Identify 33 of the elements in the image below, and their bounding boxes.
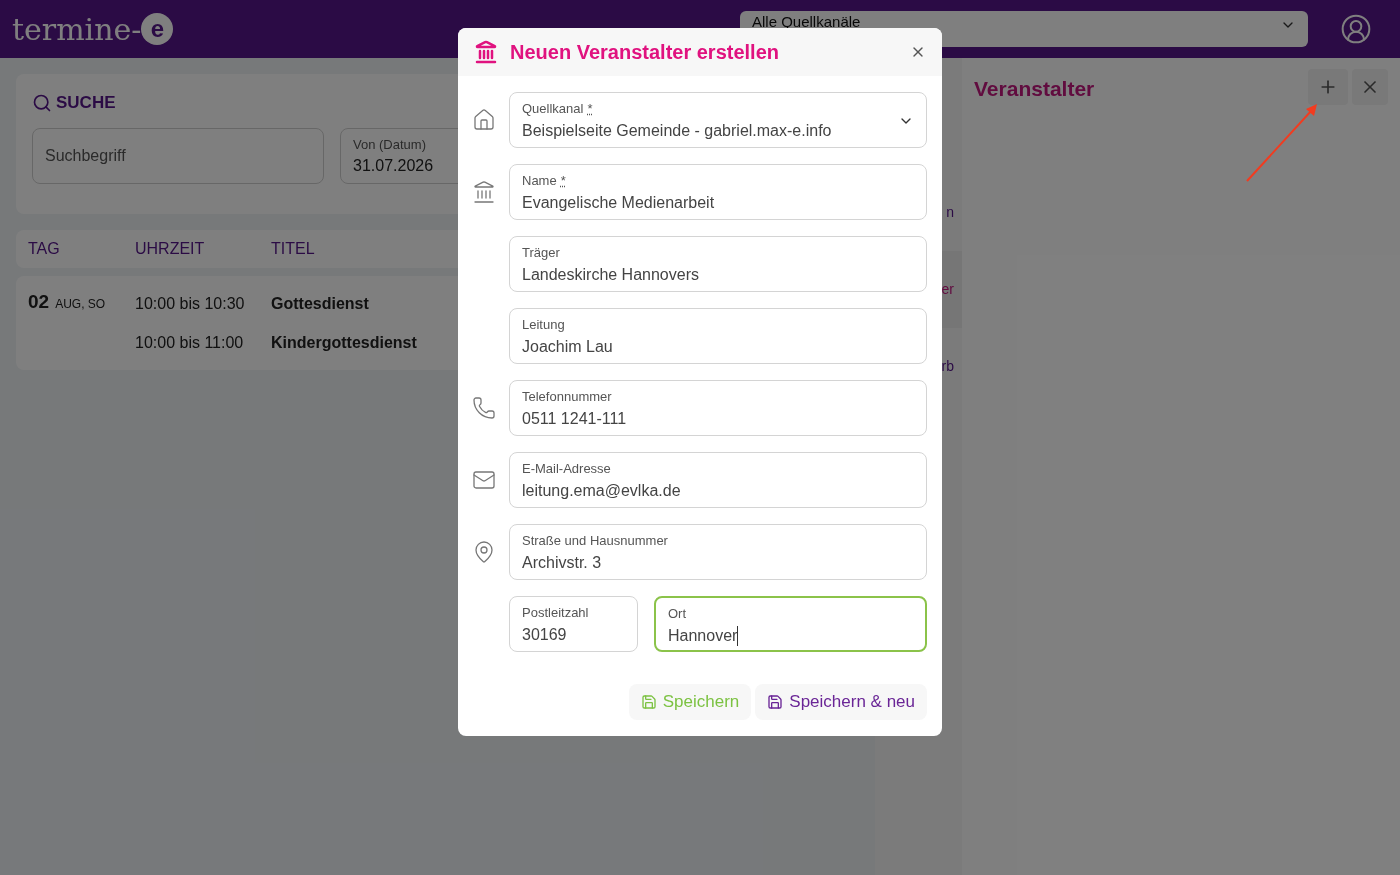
- field-value: 31.07.2026: [353, 156, 435, 176]
- day-number: 02: [28, 290, 50, 314]
- field-label: Ort: [668, 605, 687, 623]
- column-header: TAG: [28, 239, 61, 259]
- field-label: Postleitzahl: [522, 604, 589, 622]
- panel-title: Veranstalter: [974, 76, 1096, 102]
- event-title: Kindergottesdienst: [271, 332, 417, 353]
- event-title: Gottesdienst: [271, 293, 369, 314]
- field-value: Archivstr. 3: [522, 552, 602, 573]
- logo-text: termine-: [12, 10, 142, 49]
- field-label: Leitung: [522, 316, 565, 334]
- field-value: leitung.ema@evlka.de: [522, 480, 681, 501]
- field-label: Straße und Hausnummer: [522, 532, 668, 550]
- field-value: Evangelische Medienarbeit: [522, 192, 715, 213]
- field-label: Quellkanal: [522, 100, 584, 118]
- field-label: Von (Datum): [353, 135, 427, 154]
- column-header: UHRZEIT: [135, 239, 206, 259]
- field-value: Landeskirche Hannovers: [522, 264, 699, 285]
- field-value: Joachim Lau: [522, 336, 613, 357]
- weekday-label: AUG, SO: [55, 296, 106, 313]
- logo-badge: e: [141, 13, 174, 45]
- search-title: SUCHE: [56, 92, 116, 114]
- required-mark: *: [587, 100, 593, 118]
- event-time: 10:00 bis 11:00: [135, 332, 245, 353]
- field-value: 0511 1241-111: [522, 408, 627, 429]
- field-label: Träger: [522, 244, 560, 262]
- field-value: Hannover: [668, 625, 738, 646]
- field-value: 30169: [522, 624, 567, 645]
- field-label: Telefonnummer: [522, 388, 612, 406]
- field-label: E-Mail-Adresse: [522, 460, 611, 478]
- column-header: TITEL: [271, 239, 315, 259]
- required-mark: *: [560, 172, 566, 190]
- event-time: 10:00 bis 10:30: [135, 293, 246, 314]
